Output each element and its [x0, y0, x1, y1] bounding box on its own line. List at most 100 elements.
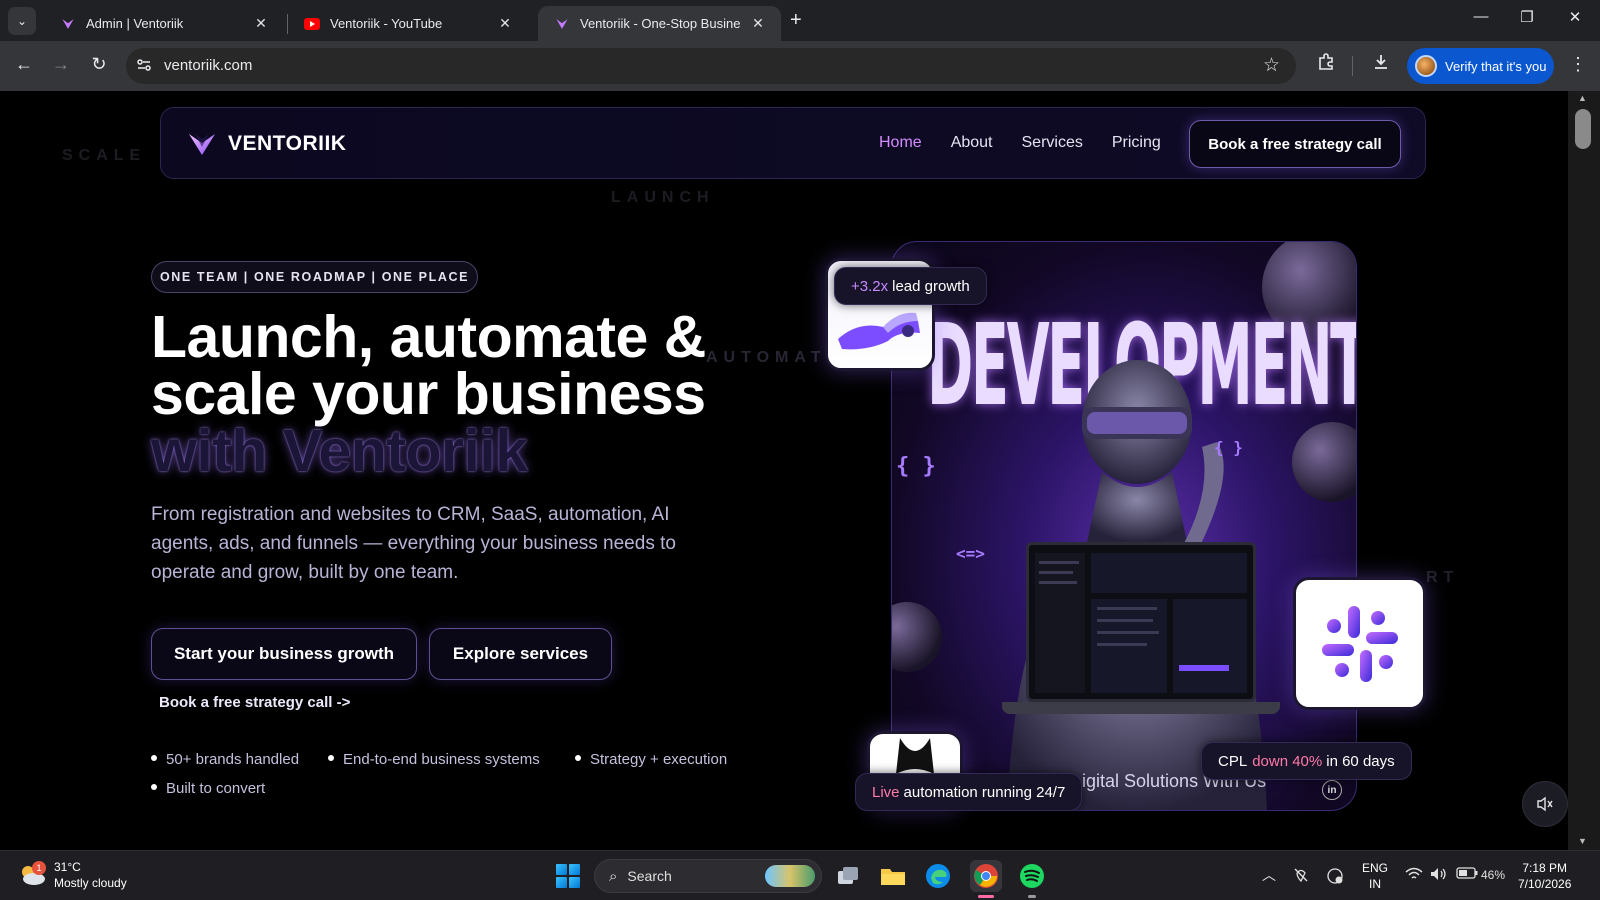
- battery-icon[interactable]: [1456, 867, 1478, 882]
- clock-time: 7:18 PM: [1522, 861, 1568, 875]
- nav-about[interactable]: About: [951, 134, 993, 152]
- battery-percent: 46%: [1481, 868, 1506, 882]
- minimize-icon: —: [1473, 8, 1489, 25]
- close-tab-icon[interactable]: ✕: [749, 15, 767, 32]
- slack-card: [1293, 577, 1426, 710]
- download-icon[interactable]: [1369, 53, 1393, 76]
- explore-services-button[interactable]: Explore services: [429, 628, 612, 680]
- minimize-button[interactable]: —: [1458, 8, 1504, 25]
- ghost-word: SCALE: [62, 147, 147, 164]
- tab-title: Ventoriik - One-Stop Business S: [580, 16, 741, 31]
- scroll-up-arrow-icon[interactable]: ▲: [1578, 93, 1587, 103]
- weather-condition: Mostly cloudy: [54, 876, 127, 890]
- toolbar-divider: [1352, 56, 1353, 76]
- wifi-icon[interactable]: [1405, 867, 1423, 884]
- windows-logo-tile: [569, 864, 580, 875]
- back-button[interactable]: ←: [12, 54, 36, 75]
- chrome-browser-button[interactable]: [970, 860, 1002, 898]
- youtube-icon: [304, 16, 320, 32]
- tab-title: Ventoriik - YouTube: [330, 16, 443, 31]
- ventoriik-logo-icon: [554, 16, 570, 32]
- bullet-item: Strategy + execution: [575, 751, 727, 768]
- clock[interactable]: 7:18 PM 7/10/2026: [1518, 860, 1571, 892]
- nav-home[interactable]: Home: [879, 134, 922, 152]
- task-view-button[interactable]: [832, 860, 864, 892]
- start-button[interactable]: [556, 864, 580, 888]
- windows-logo-tile: [569, 877, 580, 888]
- tab-title: Admin | Ventoriik: [86, 16, 184, 31]
- page-viewport: SCALE LAUNCH AUTOMATE RT VENTORIIK Home …: [0, 91, 1568, 850]
- linkedin-icon[interactable]: in: [1322, 780, 1342, 800]
- ventoriik-logo-icon: [60, 16, 76, 32]
- reload-icon: ↻: [91, 54, 107, 74]
- tab-admin[interactable]: Admin | Ventoriik ✕: [44, 6, 284, 41]
- reload-button[interactable]: ↻: [87, 54, 111, 75]
- region-code: IN: [1369, 877, 1381, 891]
- slack-icon: [1321, 605, 1398, 682]
- decorative-orb: [1292, 422, 1356, 502]
- folder-icon: [881, 869, 905, 885]
- search-highlight-image: [765, 865, 815, 887]
- tab-search-button[interactable]: ⌄: [8, 7, 36, 35]
- scrollbar-thumb[interactable]: [1575, 109, 1591, 149]
- url-text[interactable]: ventoriik.com: [164, 57, 252, 74]
- location-off-icon[interactable]: [1292, 867, 1310, 886]
- volume-icon[interactable]: [1430, 867, 1448, 884]
- bullet-item: End-to-end business systems: [328, 751, 540, 768]
- taskbar-search-box[interactable]: ⌕ Search: [594, 859, 822, 893]
- chrome-icon: [974, 864, 998, 888]
- restore-button[interactable]: ❐: [1504, 8, 1550, 26]
- nav-pricing[interactable]: Pricing: [1112, 134, 1161, 152]
- edge-browser-button[interactable]: [922, 860, 954, 892]
- show-hidden-icons-chevron[interactable]: ︿: [1262, 865, 1276, 885]
- site-settings-icon[interactable]: [136, 57, 154, 75]
- weather-temperature: 31°C: [54, 860, 81, 874]
- nav-services[interactable]: Services: [1022, 134, 1083, 152]
- forward-button[interactable]: →: [49, 54, 73, 75]
- close-tab-icon[interactable]: ✕: [496, 15, 514, 32]
- new-tab-button[interactable]: +: [790, 9, 802, 32]
- weather-notification-badge: 1: [32, 861, 46, 875]
- badge-prefix: CPL: [1218, 752, 1248, 770]
- cpl-badge: CPL down 40% in 60 days: [1201, 742, 1412, 780]
- language-indicator[interactable]: ENG IN: [1362, 860, 1388, 892]
- file-explorer-button[interactable]: [877, 860, 909, 892]
- tab-youtube[interactable]: Ventoriik - YouTube ✕: [288, 6, 528, 41]
- start-growth-button[interactable]: Start your business growth: [151, 628, 417, 680]
- arrow-left-icon: ←: [15, 54, 33, 74]
- page-scrollbar[interactable]: ▲ ▼: [1568, 91, 1600, 850]
- verify-identity-button[interactable]: Verify that it's you: [1407, 48, 1554, 84]
- book-strategy-call-button[interactable]: Book a free strategy call: [1189, 120, 1401, 168]
- code-arrows-icon: <=>: [956, 544, 985, 563]
- clock-date: 7/10/2026: [1518, 877, 1572, 891]
- ghost-word: LAUNCH: [611, 189, 715, 206]
- spotify-button[interactable]: [1016, 860, 1048, 898]
- browser-menu-icon[interactable]: ⋮: [1569, 54, 1587, 75]
- headline-line-1: Launch, automate &: [151, 304, 706, 370]
- network-status-icon[interactable]: [1326, 867, 1344, 888]
- address-bar[interactable]: ventoriik.com ☆: [126, 48, 1296, 84]
- extensions-icon[interactable]: [1314, 53, 1338, 76]
- chevron-down-icon: ⌄: [16, 14, 28, 28]
- bookmark-star-icon[interactable]: ☆: [1263, 54, 1280, 77]
- search-placeholder: Search: [627, 868, 672, 884]
- decorative-orb: [892, 602, 942, 672]
- windows-taskbar: 1 31°C Mostly cloudy ⌕ Search ︿ ENG IN 4…: [0, 850, 1600, 900]
- close-tab-icon[interactable]: ✕: [252, 15, 270, 32]
- hero-subtext: From registration and websites to CRM, S…: [151, 504, 676, 583]
- tab-ventoriik-active[interactable]: Ventoriik - One-Stop Business S ✕: [538, 6, 781, 41]
- weather-widget[interactable]: 1 31°C Mostly cloudy: [18, 859, 127, 891]
- hero-headline: Launch, automate & scale your business w…: [151, 304, 706, 481]
- browser-toolbar: ← → ↻ ventoriik.com ☆ Verify that it's y…: [0, 41, 1600, 91]
- laptop-base: [1002, 702, 1280, 714]
- badge-text: lead growth: [892, 277, 970, 295]
- mute-toggle-button[interactable]: [1522, 781, 1568, 827]
- bullet-item: Built to convert: [151, 780, 265, 797]
- windows-logo-tile: [556, 864, 567, 875]
- task-view-icon: [838, 867, 858, 884]
- brand-home-link[interactable]: VENTORIIK: [188, 131, 346, 157]
- close-window-button[interactable]: ✕: [1552, 8, 1598, 26]
- scroll-down-arrow-icon[interactable]: ▼: [1578, 836, 1587, 846]
- book-strategy-call-link[interactable]: Book a free strategy call ->: [159, 694, 350, 711]
- eyebrow-pill: ONE TEAM | ONE ROADMAP | ONE PLACE: [151, 261, 478, 293]
